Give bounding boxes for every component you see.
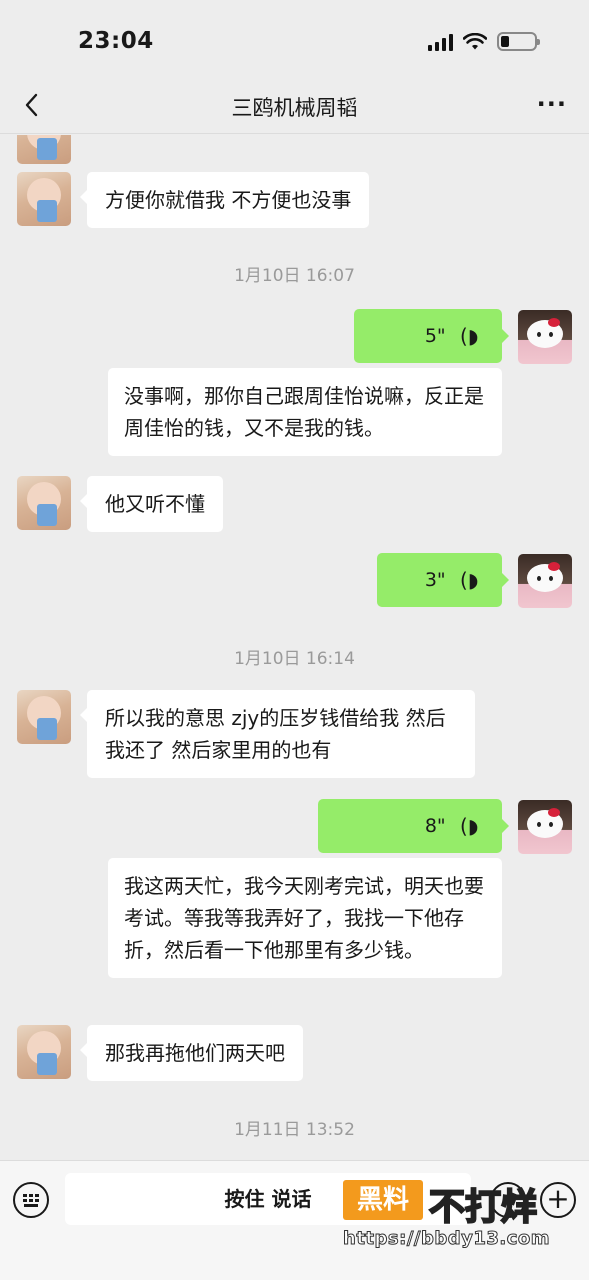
- contact-avatar[interactable]: [17, 135, 71, 164]
- message-bubble[interactable]: 方便你就借我 不方便也没事: [79, 172, 370, 228]
- watermark-text: 不打烊: [428, 1186, 538, 1229]
- message-row: 3" ◖): [0, 552, 589, 610]
- voice-duration: 8": [424, 815, 446, 837]
- message-text: 他又听不懂: [105, 492, 205, 516]
- timestamp: 1月10日 16:14: [234, 649, 355, 669]
- message-text: 方便你就借我 不方便也没事: [105, 188, 352, 212]
- timestamp: 1月11日 13:52: [234, 1120, 355, 1140]
- more-icon[interactable]: ···: [537, 92, 567, 116]
- message-row: 他又听不懂: [0, 476, 589, 532]
- status-bar: 23:04: [0, 0, 589, 80]
- my-avatar[interactable]: [518, 800, 572, 854]
- chat-title: 三鸥机械周韬: [231, 96, 358, 120]
- message-text: 那我再拖他们两天吧: [105, 1041, 285, 1065]
- keyboard-icon[interactable]: [13, 1182, 49, 1218]
- message-row: 方便你就借我 不方便也没事: [0, 172, 589, 228]
- message-row: 8" ◖) 我这两天忙，我今天刚考完试，明天也要考试。等我等我弄好了，我找一下他…: [0, 798, 589, 1003]
- watermark-badge: 黑料: [343, 1180, 423, 1220]
- battery-icon: [497, 32, 540, 51]
- voice-message-bubble[interactable]: 5" ◖): [354, 309, 509, 363]
- chat-messages[interactable]: 方便你就借我 不方便也没事 1月10日 16:07 5" ◖) 没事啊，那你自己…: [0, 135, 589, 1160]
- voice-message-bubble[interactable]: 3" ◖): [377, 553, 509, 607]
- cellular-signal-icon: [428, 33, 453, 51]
- voice-transcript[interactable]: 没事啊，那你自己跟周佳怡说嘛，反正是周佳怡的钱，又不是我的钱。: [108, 368, 502, 456]
- transcript-text: 我这两天忙，我今天刚考完试，明天也要考试。等我等我弄好了，我找一下他存折，然后看…: [124, 874, 484, 962]
- message-text: 所以我的意思 zjy的压岁钱借给我 然后我还了 然后家里用的也有: [105, 706, 446, 762]
- status-time: 23:04: [78, 28, 154, 54]
- voice-transcript[interactable]: 我这两天忙，我今天刚考完试，明天也要考试。等我等我弄好了，我找一下他存折，然后看…: [108, 858, 502, 978]
- plus-icon[interactable]: +: [540, 1182, 576, 1218]
- nav-bar: 三鸥机械周韬 ···: [0, 80, 589, 134]
- voice-duration: 3": [424, 569, 446, 591]
- contact-avatar[interactable]: [17, 476, 71, 530]
- message-row: [0, 135, 589, 164]
- watermark-url: https://bbdy13.com: [342, 1228, 551, 1250]
- message-row: 5" ◖) 没事啊，那你自己跟周佳怡说嘛，反正是周佳怡的钱，又不是我的钱。: [0, 308, 589, 458]
- voice-duration: 5": [424, 325, 446, 347]
- message-bubble[interactable]: 那我再拖他们两天吧: [80, 1025, 303, 1081]
- transcript-text: 没事啊，那你自己跟周佳怡说嘛，反正是周佳怡的钱，又不是我的钱。: [124, 384, 484, 440]
- voice-wave-icon: ◖): [459, 568, 478, 592]
- my-avatar[interactable]: [518, 310, 572, 364]
- wifi-icon: [463, 32, 487, 49]
- contact-avatar[interactable]: [17, 1025, 71, 1079]
- my-avatar[interactable]: [518, 554, 572, 608]
- message-bubble[interactable]: 所以我的意思 zjy的压岁钱借给我 然后我还了 然后家里用的也有: [80, 690, 475, 778]
- status-icons: [428, 32, 540, 51]
- contact-avatar[interactable]: [17, 172, 71, 226]
- message-bubble[interactable]: 他又听不懂: [80, 476, 223, 532]
- voice-message-bubble[interactable]: 8" ◖): [318, 799, 509, 853]
- voice-wave-icon: ◖): [459, 814, 478, 838]
- message-row: 所以我的意思 zjy的压岁钱借给我 然后我还了 然后家里用的也有: [0, 690, 589, 778]
- message-row: 那我再拖他们两天吧: [0, 1025, 589, 1081]
- voice-wave-icon: ◖): [459, 324, 478, 348]
- timestamp: 1月10日 16:07: [234, 266, 355, 286]
- contact-avatar[interactable]: [17, 690, 71, 744]
